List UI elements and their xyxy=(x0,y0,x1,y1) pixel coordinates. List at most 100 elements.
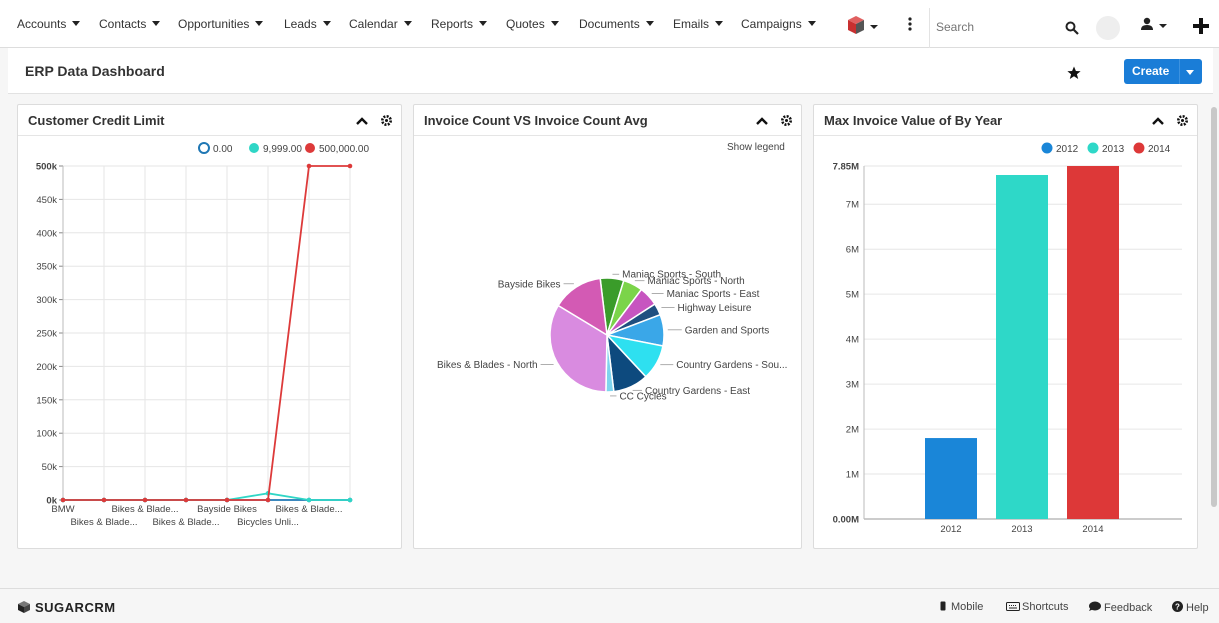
chevron-down-icon xyxy=(645,21,654,26)
chevron-down-icon xyxy=(715,21,724,26)
dashlet-max-invoice-value: Max Invoice Value of By Year 2012 2013 201… xyxy=(813,104,1198,549)
y-tick-label: 6M xyxy=(846,245,859,256)
cube-menu-icon[interactable] xyxy=(846,15,880,35)
x-tick-label: Bayside Bikes xyxy=(197,504,257,515)
collapse-icon[interactable] xyxy=(356,116,368,126)
y-tick-label: 4M xyxy=(846,335,859,346)
nav-contacts[interactable]: Contacts xyxy=(99,17,161,31)
pie-slice-label: Garden and Sports xyxy=(685,325,770,336)
legend-marker xyxy=(1087,142,1099,154)
chevron-down-icon xyxy=(479,21,488,26)
search-icon[interactable] xyxy=(1065,21,1079,35)
x-tick-label: Bikes & Blade... xyxy=(70,517,137,528)
data-point xyxy=(347,163,353,169)
data-point xyxy=(142,497,148,503)
data-point xyxy=(224,497,230,503)
data-point xyxy=(183,497,189,503)
x-tick-label: Bicycles Unli... xyxy=(237,517,299,528)
nav-calendar[interactable]: Calendar xyxy=(349,17,412,31)
create-button[interactable]: Create xyxy=(1124,59,1202,84)
nav-leads[interactable]: Leads xyxy=(284,17,331,31)
gear-icon[interactable] xyxy=(1176,114,1189,127)
nav-label: Reports xyxy=(431,17,474,31)
nav-label: Accounts xyxy=(17,17,67,31)
pie-slice-label: Bikes & Blades - North xyxy=(437,360,538,371)
nav-documents[interactable]: Documents xyxy=(579,17,654,31)
x-tick-label: Bikes & Blade... xyxy=(111,504,178,515)
chevron-down-icon[interactable] xyxy=(1186,70,1194,75)
nav-campaigns[interactable]: Campaigns xyxy=(741,17,816,31)
mobile-link[interactable]: Mobile xyxy=(940,601,983,613)
collapse-icon[interactable] xyxy=(756,116,768,126)
bar xyxy=(996,174,1048,519)
footer-link-label: Help xyxy=(1186,602,1209,614)
user-menu-icon[interactable] xyxy=(1140,17,1174,33)
y-tick-label: 350k xyxy=(36,262,57,273)
plus-icon[interactable] xyxy=(1193,18,1209,34)
bar xyxy=(1067,166,1119,519)
dashlet-title: Invoice Count VS Invoice Count Avg xyxy=(424,113,648,128)
dashlet-invoice-count: Invoice Count VS Invoice Count Avg Show … xyxy=(413,104,802,549)
y-tick-label: 7.85M xyxy=(833,162,859,173)
nav-quotes[interactable]: Quotes xyxy=(506,17,559,31)
chevron-down-icon xyxy=(807,21,816,26)
data-point xyxy=(306,497,312,503)
scrollbar-thumb[interactable] xyxy=(1211,107,1217,507)
legend-label: 500,000.00 xyxy=(319,144,369,155)
search-input[interactable] xyxy=(936,20,1056,34)
button-divider xyxy=(1179,59,1180,84)
gear-icon[interactable] xyxy=(380,114,393,127)
star-icon[interactable] xyxy=(1067,66,1081,80)
nav-label: Campaigns xyxy=(741,17,802,31)
feedback-link[interactable]: Feedback xyxy=(1088,601,1152,614)
gear-icon[interactable] xyxy=(780,114,793,127)
nav-reports[interactable]: Reports xyxy=(431,17,488,31)
y-tick-label: 7M xyxy=(846,200,859,211)
svg-text:?: ? xyxy=(1175,603,1180,612)
nav-label: Quotes xyxy=(506,17,545,31)
data-point xyxy=(101,497,107,503)
dashboard-header: ERP Data Dashboard Create xyxy=(8,48,1213,94)
y-tick-label: 450k xyxy=(36,195,57,206)
footer: SUGARCRM Mobile Shortcuts Feedback ? Help xyxy=(0,588,1219,623)
y-tick-label: 5M xyxy=(846,290,859,301)
nav-label: Calendar xyxy=(349,17,398,31)
nav-label: Contacts xyxy=(99,17,147,31)
dashlet-title: Customer Credit Limit xyxy=(28,113,165,128)
nav-label: Documents xyxy=(579,17,640,31)
nav-accounts[interactable]: Accounts xyxy=(17,17,81,31)
footer-link-label: Feedback xyxy=(1104,602,1153,614)
chevron-down-icon xyxy=(255,21,264,26)
y-tick-label: 250k xyxy=(36,329,57,340)
legend-marker xyxy=(198,142,210,154)
data-point xyxy=(306,163,312,169)
y-tick-label: 300k xyxy=(36,295,57,306)
nav-emails[interactable]: Emails xyxy=(673,17,724,31)
more-vertical-icon[interactable] xyxy=(907,17,913,33)
legend-label: 2013 xyxy=(1102,144,1125,155)
mobile-icon xyxy=(940,601,946,611)
chevron-down-icon xyxy=(550,21,559,26)
pie-slice-label: Maniac Sports - East xyxy=(667,289,760,300)
nav-label: Emails xyxy=(673,17,710,31)
y-tick-label: 1M xyxy=(846,470,859,481)
invoice-count-pie-chart: Maniac Sports - SouthManiac Sports - Nor… xyxy=(437,270,787,403)
chevron-down-icon xyxy=(403,21,412,26)
shortcuts-link[interactable]: Shortcuts xyxy=(1006,601,1068,613)
x-tick-label: 2012 xyxy=(940,524,961,535)
nav-opportunities[interactable]: Opportunities xyxy=(178,17,264,31)
data-point xyxy=(60,497,66,503)
search-box xyxy=(929,8,1088,48)
page-title: ERP Data Dashboard xyxy=(25,63,165,79)
legend-label: 2014 xyxy=(1148,144,1171,155)
legend-marker xyxy=(1041,142,1053,154)
legend-label: 9,999.00 xyxy=(263,144,302,155)
credit-limit-line-chart: 0.00 9,999.00 500,000.00 500k 450k 400k 350k 30… xyxy=(36,142,369,528)
page-scrollbar[interactable] xyxy=(1209,97,1219,585)
help-link[interactable]: ? Help xyxy=(1172,601,1209,614)
y-tick-label: 50k xyxy=(42,462,58,473)
legend-label: 0.00 xyxy=(213,144,233,155)
question-circle-icon: ? xyxy=(1172,601,1183,612)
avatar[interactable] xyxy=(1096,16,1120,40)
collapse-icon[interactable] xyxy=(1152,116,1164,126)
